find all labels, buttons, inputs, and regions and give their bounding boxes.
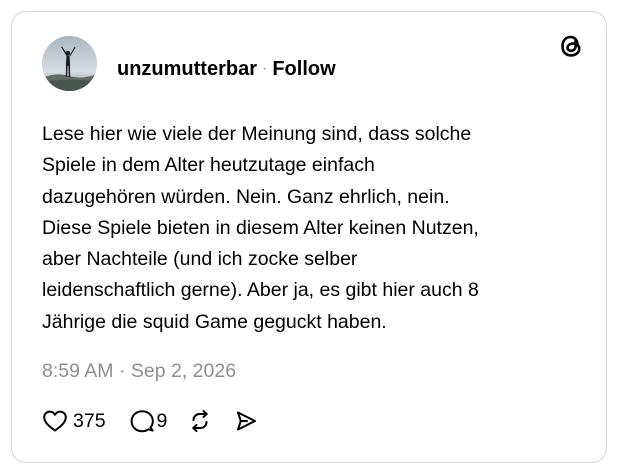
like-button[interactable]: 375: [42, 409, 106, 433]
post-card: unzumutterbar · Follow Lese hier wie viele…: [11, 11, 607, 463]
comment-bubble-icon: [129, 408, 155, 434]
like-count: 375: [73, 410, 106, 432]
avatar[interactable]: [42, 36, 97, 91]
post-body-text: Lese hier wie viele der Meinung sind, da…: [42, 123, 479, 333]
follow-button[interactable]: Follow: [272, 58, 335, 80]
heart-icon: [42, 409, 68, 433]
share-button[interactable]: [234, 409, 258, 433]
avatar-image: [42, 36, 97, 91]
repost-arrows-icon: [188, 409, 212, 433]
send-icon: [234, 409, 258, 433]
reply-button[interactable]: 9: [129, 408, 168, 434]
repost-button[interactable]: [188, 409, 212, 433]
post-timestamp[interactable]: 8:59 AM · Sep 2, 2026: [42, 359, 236, 383]
separator-dot: ·: [262, 60, 268, 77]
reply-count: 9: [156, 410, 168, 432]
post-header: unzumutterbar · Follow: [117, 57, 336, 83]
username-link[interactable]: unzumutterbar: [117, 58, 257, 80]
action-bar: 375 9: [42, 408, 258, 434]
threads-logo-icon[interactable]: [556, 31, 586, 61]
